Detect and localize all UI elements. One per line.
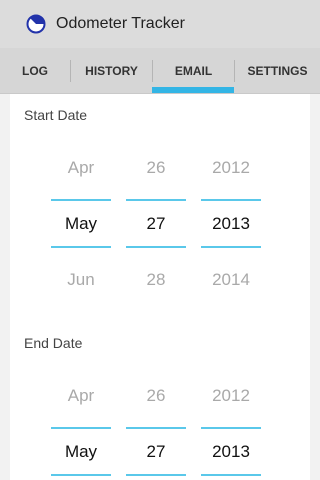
- end-month-current[interactable]: May: [51, 442, 111, 462]
- start-day-picker[interactable]: 26 27 28: [126, 154, 186, 314]
- app-title: Odometer Tracker: [56, 15, 185, 32]
- picker-divider: [51, 474, 111, 476]
- picker-divider: [126, 474, 186, 476]
- start-month-next[interactable]: Jun: [51, 270, 111, 290]
- picker-divider: [51, 246, 111, 248]
- picker-divider: [201, 474, 261, 476]
- start-year-current[interactable]: 2013: [201, 214, 261, 234]
- end-day-prev[interactable]: 26: [126, 386, 186, 406]
- end-month-prev[interactable]: Apr: [51, 386, 111, 406]
- start-date-label: Start Date: [24, 107, 88, 123]
- picker-divider: [126, 199, 186, 201]
- picker-divider: [126, 427, 186, 429]
- tab-history[interactable]: HISTORY: [71, 48, 152, 94]
- tab-log[interactable]: LOG: [0, 48, 70, 94]
- start-month-picker[interactable]: Apr May Jun: [51, 154, 111, 314]
- picker-divider: [51, 427, 111, 429]
- start-month-current[interactable]: May: [51, 214, 111, 234]
- picker-divider: [201, 199, 261, 201]
- end-month-picker[interactable]: Apr May: [51, 382, 111, 480]
- start-year-prev[interactable]: 2012: [201, 158, 261, 178]
- end-day-current[interactable]: 27: [126, 442, 186, 462]
- email-date-range-panel: Start Date Apr May Jun 26 27 28 2012 201…: [10, 94, 310, 480]
- picker-divider: [201, 246, 261, 248]
- action-bar: Odometer Tracker: [0, 0, 320, 48]
- start-year-picker[interactable]: 2012 2013 2014: [201, 154, 261, 314]
- start-month-prev[interactable]: Apr: [51, 158, 111, 178]
- picker-divider: [51, 199, 111, 201]
- start-day-current[interactable]: 27: [126, 214, 186, 234]
- start-year-next[interactable]: 2014: [201, 270, 261, 290]
- end-year-current[interactable]: 2013: [201, 442, 261, 462]
- clock-pie-icon[interactable]: [26, 14, 46, 34]
- end-year-prev[interactable]: 2012: [201, 386, 261, 406]
- tab-settings[interactable]: SETTINGS: [235, 48, 320, 94]
- picker-divider: [126, 246, 186, 248]
- start-day-next[interactable]: 28: [126, 270, 186, 290]
- start-day-prev[interactable]: 26: [126, 158, 186, 178]
- end-date-label: End Date: [24, 335, 83, 351]
- end-day-picker[interactable]: 26 27: [126, 382, 186, 480]
- end-year-picker[interactable]: 2012 2013: [201, 382, 261, 480]
- picker-divider: [201, 427, 261, 429]
